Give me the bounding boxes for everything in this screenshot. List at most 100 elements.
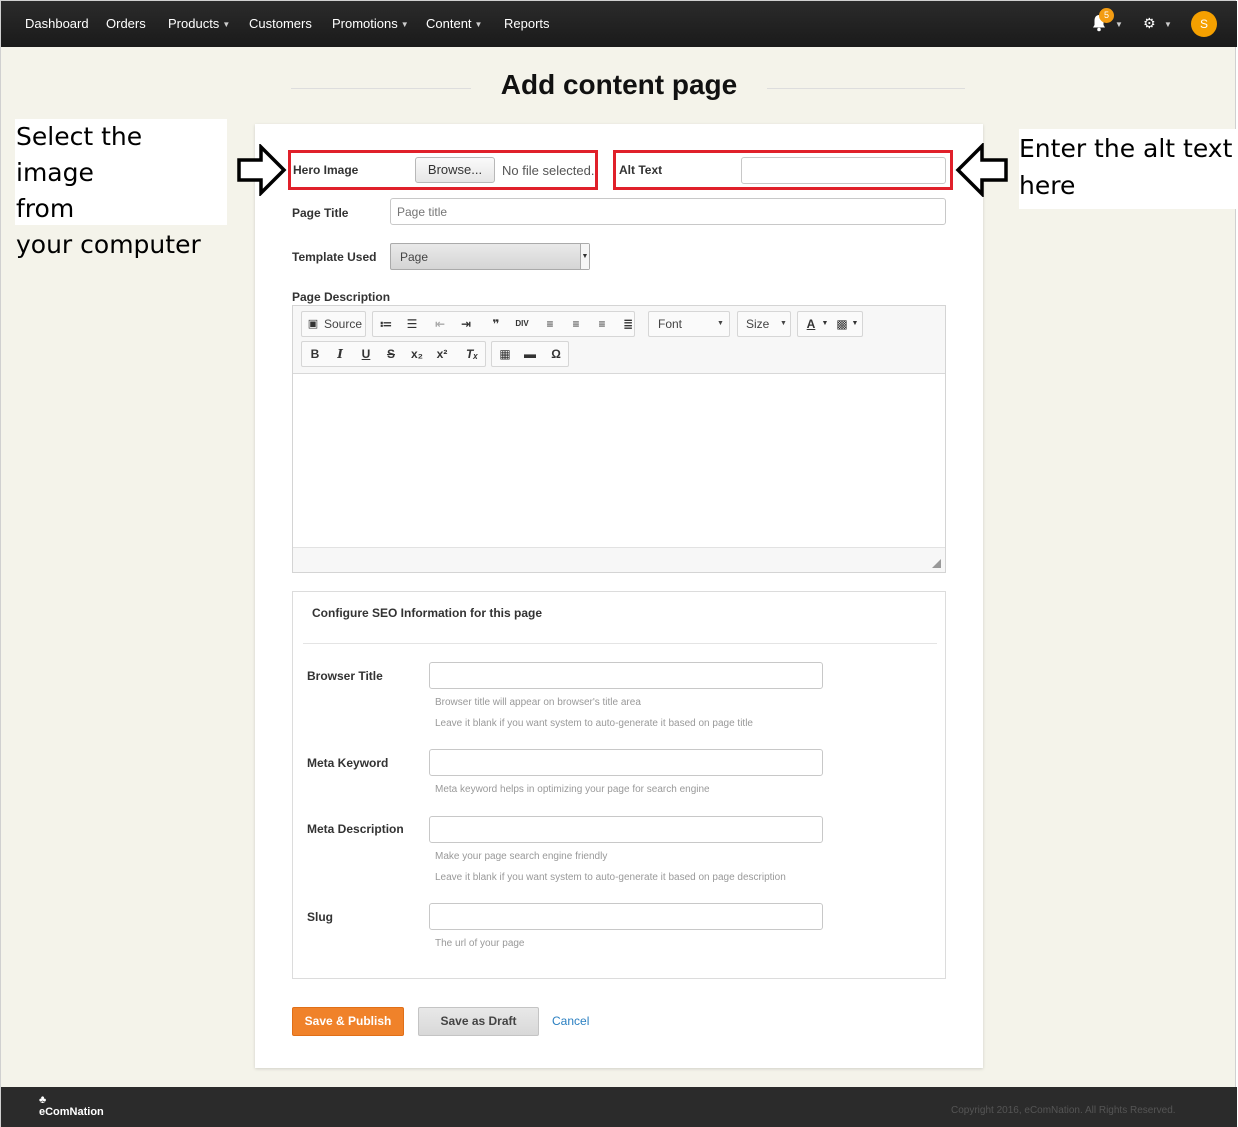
nav-label: Dashboard [25, 16, 89, 31]
nav-dashboard[interactable]: Dashboard [25, 16, 89, 31]
meta-keyword-label: Meta Keyword [307, 756, 389, 770]
nav-label: Customers [249, 16, 312, 31]
nav-label: Reports [504, 16, 550, 31]
chevron-down-icon: ▼ [222, 20, 231, 29]
strikethrough-icon[interactable]: S [381, 346, 401, 362]
meta-description-label: Meta Description [307, 822, 404, 836]
nav-promotions[interactable]: Promotions ▼ [332, 16, 409, 31]
arrow-left-icon [955, 143, 1008, 197]
browser-title-input[interactable] [429, 662, 823, 689]
chevron-down-icon: ▼ [474, 20, 483, 29]
meta-keyword-input[interactable] [429, 749, 823, 776]
nav-label: Promotions [332, 16, 398, 31]
help-text: Leave it blank if you want system to aut… [435, 872, 786, 883]
source-icon: ▣ [307, 318, 319, 330]
bold-icon[interactable]: B [305, 346, 325, 362]
resize-handle-icon[interactable] [932, 559, 941, 568]
page-title-label: Page Title [292, 206, 349, 220]
page-title-input[interactable] [390, 198, 946, 225]
editor-content-area[interactable] [293, 375, 945, 547]
gear-icon[interactable]: ⚙ [1143, 15, 1156, 32]
source-button[interactable]: ▣ Source [301, 311, 366, 337]
page-title: Add content page [471, 69, 767, 101]
indent-icon[interactable]: ⇥ [456, 316, 476, 332]
save-draft-button[interactable]: Save as Draft [418, 1007, 539, 1036]
chevron-down-icon[interactable]: ▼ [845, 316, 865, 332]
annotation-line: your computer [16, 230, 201, 259]
hero-image-highlight [288, 150, 598, 190]
horizontal-line-icon[interactable]: ▬ [520, 346, 540, 362]
annotation-line: from [16, 194, 75, 223]
chevron-down-icon[interactable]: ▼ [580, 244, 589, 269]
annotation-line: here [1019, 171, 1076, 200]
title-divider-left [291, 88, 471, 89]
copyright-text: Copyright 2016, eComNation. All Rights R… [951, 1105, 1176, 1116]
justify-icon[interactable]: ≣ [618, 316, 638, 332]
save-publish-button[interactable]: Save & Publish [292, 1007, 404, 1036]
source-label: Source [324, 317, 363, 331]
top-navigation: Dashboard Orders Products ▼ Customers Pro… [1, 1, 1237, 47]
help-text: Browser title will appear on browser's t… [435, 697, 641, 708]
table-icon[interactable]: ▦ [495, 346, 515, 362]
editor-toolbar: ▣ Source ≔ ☰ ⇤ ⇥ ❞ DIV ≡ ≡ ≡ ≣ Font ▼ Si… [293, 306, 945, 374]
app-frame: Dashboard Orders Products ▼ Customers Pro… [0, 0, 1237, 1127]
nav-customers[interactable]: Customers [249, 16, 312, 31]
remove-format-icon[interactable]: Tₓ [462, 346, 482, 362]
outdent-icon[interactable]: ⇤ [430, 316, 450, 332]
arrow-right-icon [237, 144, 287, 196]
annotation-right: Enter the alt text here [1019, 129, 1237, 209]
nav-products[interactable]: Products ▼ [168, 16, 230, 31]
nav-content[interactable]: Content ▼ [426, 16, 482, 31]
align-center-icon[interactable]: ≡ [566, 316, 586, 332]
chevron-down-icon: ▼ [400, 20, 409, 29]
nav-label: Products [168, 16, 220, 31]
seo-panel: Configure SEO Information for this page … [292, 591, 946, 979]
paragraph-toolbar-group: ≔ ☰ ⇤ ⇥ ❞ DIV ≡ ≡ ≡ ≣ [372, 311, 635, 337]
chevron-down-icon: ▼ [780, 320, 787, 327]
cancel-link[interactable]: Cancel [552, 1014, 589, 1028]
help-text: Leave it blank if you want system to aut… [435, 718, 753, 729]
logo-leaf-icon: ♣ [39, 1094, 47, 1106]
special-character-icon[interactable]: Ω [546, 346, 566, 362]
browser-title-label: Browser Title [307, 669, 383, 683]
underline-icon[interactable]: U [356, 346, 376, 362]
template-selected-value: Page [400, 250, 429, 264]
avatar[interactable]: S [1191, 11, 1217, 37]
footer-logo[interactable]: eComNation [39, 1106, 104, 1118]
footer: ♣ eComNation Copyright 2016, eComNation.… [1, 1087, 1237, 1127]
nav-label: Content [426, 16, 472, 31]
nav-orders[interactable]: Orders [106, 16, 146, 31]
template-select[interactable]: Page [390, 243, 590, 270]
chevron-down-icon[interactable]: ▼ [1164, 20, 1172, 29]
chevron-down-icon[interactable]: ▼ [1115, 20, 1123, 29]
chevron-down-icon: ▼ [717, 320, 724, 327]
font-select[interactable]: Font ▼ [648, 311, 730, 337]
help-text: The url of your page [435, 938, 525, 949]
italic-icon[interactable]: I [330, 346, 350, 362]
slug-input[interactable] [429, 903, 823, 930]
bulleted-list-icon[interactable]: ☰ [402, 316, 422, 332]
rich-text-editor: ▣ Source ≔ ☰ ⇤ ⇥ ❞ DIV ≡ ≡ ≡ ≣ Font ▼ Si… [292, 305, 946, 573]
align-right-icon[interactable]: ≡ [592, 316, 612, 332]
font-select-label: Font [658, 317, 683, 331]
subscript-icon[interactable]: x₂ [407, 346, 427, 362]
div-container-icon[interactable]: DIV [512, 316, 532, 332]
help-text: Meta keyword helps in optimizing your pa… [435, 784, 710, 795]
template-label: Template Used [292, 250, 377, 264]
superscript-icon[interactable]: x² [432, 346, 452, 362]
numbered-list-icon[interactable]: ≔ [376, 316, 396, 332]
align-left-icon[interactable]: ≡ [540, 316, 560, 332]
page-description-label: Page Description [292, 290, 391, 304]
annotation-left: Select the image from your computer [15, 119, 227, 259]
seo-heading: Configure SEO Information for this page [312, 606, 543, 620]
editor-status-bar [293, 547, 945, 572]
nav-reports[interactable]: Reports [504, 16, 550, 31]
blockquote-icon[interactable]: ❞ [486, 316, 506, 332]
alt-text-highlight [613, 150, 953, 190]
basic-styles-group: B I U S x₂ x² Tₓ [301, 341, 486, 367]
meta-description-input[interactable] [429, 816, 823, 843]
slug-label: Slug [307, 910, 333, 924]
notification-count-badge: 5 [1099, 8, 1114, 23]
size-select[interactable]: Size ▼ [737, 311, 791, 337]
nav-label: Orders [106, 16, 146, 31]
